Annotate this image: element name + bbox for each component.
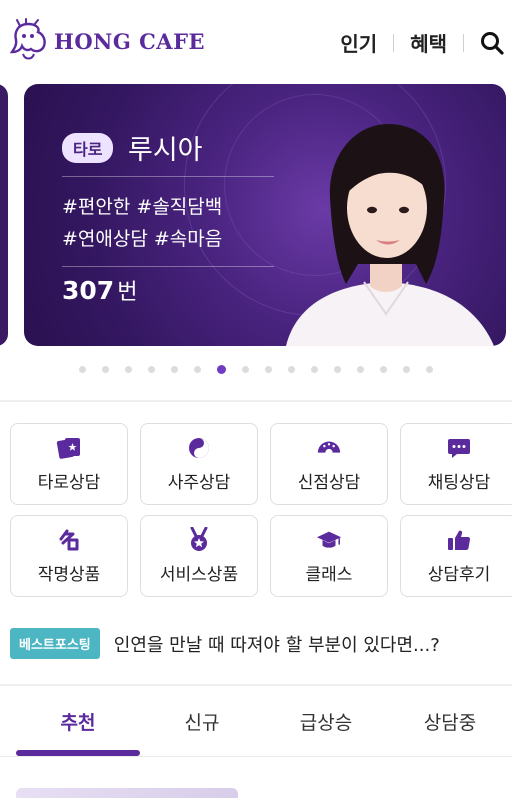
tabs-divider <box>0 756 512 757</box>
counselor-number-value: 307 <box>62 276 115 305</box>
menu-service[interactable]: 서비스상품 <box>140 515 258 597</box>
nav-divider <box>393 33 395 52</box>
thumbs-up-icon <box>446 528 472 552</box>
category-tag: 타로 <box>62 133 114 163</box>
pagination-dot[interactable] <box>311 366 318 373</box>
tarot-card-icon <box>56 436 82 460</box>
pagination-dot[interactable] <box>426 366 433 373</box>
brand-name: HONG CAFE <box>54 28 205 54</box>
fan-icon <box>316 436 342 460</box>
logo[interactable]: HONG CAFE <box>8 18 205 64</box>
menu-tarot[interactable]: 타로상담 <box>10 423 128 505</box>
menu-naming[interactable]: 작명상품 <box>10 515 128 597</box>
pagination-dot[interactable] <box>242 366 249 373</box>
menu-saju[interactable]: 사주상담 <box>140 423 258 505</box>
counselor-tabs: 추천 신규 급상승 상담중 <box>0 690 512 756</box>
menu-label: 상담후기 <box>427 565 491 585</box>
menu-label: 채팅상담 <box>427 473 491 493</box>
counselor-card-preview[interactable] <box>16 788 238 798</box>
hashtags-line-1: #편안한 #솔직담백 <box>62 196 223 218</box>
menu-label: 클래스 <box>305 565 353 585</box>
pagination-dot-active[interactable] <box>217 365 226 374</box>
menu-chat[interactable]: 채팅상담 <box>400 423 512 505</box>
pagination-dot[interactable] <box>403 366 410 373</box>
pagination-dot[interactable] <box>79 366 86 373</box>
best-posting-ticker[interactable]: 베스트포스팅 인연을 만날 때 따져야 할 부분이 있다면...? <box>10 628 512 659</box>
counselor-name: 루시아 <box>128 135 203 166</box>
tab-trending[interactable]: 급상승 <box>264 708 388 735</box>
graduation-cap-icon <box>316 528 342 552</box>
menu-label: 서비스상품 <box>159 565 239 585</box>
menu-label: 타로상담 <box>37 473 101 493</box>
menu-label: 신점상담 <box>297 473 361 493</box>
brand-mascot-icon <box>9 18 46 60</box>
name-character-icon <box>56 528 82 552</box>
best-posting-badge: 베스트포스팅 <box>10 628 100 659</box>
search-icon <box>481 31 504 55</box>
menu-class[interactable]: 클래스 <box>270 515 388 597</box>
pagination-dot[interactable] <box>125 366 132 373</box>
medal-icon <box>186 527 212 552</box>
best-posting-title[interactable]: 인연을 만날 때 따져야 할 부분이 있다면...? <box>114 631 440 657</box>
pagination-dot[interactable] <box>380 366 387 373</box>
previous-banner-slide[interactable] <box>0 84 8 346</box>
counselor-banner[interactable]: 타로 루시아 #편안한 #솔직담백 #연애상담 #속마음 307 번 <box>24 84 506 346</box>
nav-popular[interactable]: 인기 <box>340 28 377 57</box>
banner-divider <box>62 176 274 177</box>
counselor-photo <box>286 124 494 346</box>
pagination-dot[interactable] <box>357 366 364 373</box>
nav-divider <box>463 33 464 52</box>
pagination-dot[interactable] <box>148 366 155 373</box>
top-nav: 인기 혜택 <box>340 28 504 57</box>
nav-benefits[interactable]: 혜택 <box>410 28 447 57</box>
pagination-dot[interactable] <box>102 366 109 373</box>
menu-label: 사주상담 <box>167 473 231 493</box>
banner-divider <box>62 266 274 267</box>
app-header: HONG CAFE 인기 혜택 <box>0 0 512 84</box>
carousel-pagination <box>0 365 512 374</box>
menu-shinjeom[interactable]: 신점상담 <box>270 423 388 505</box>
tab-in-session[interactable]: 상담중 <box>388 708 512 735</box>
pagination-dot[interactable] <box>288 366 295 373</box>
search-button[interactable] <box>480 31 504 55</box>
section-divider <box>0 400 512 402</box>
pagination-dot[interactable] <box>171 366 178 373</box>
yin-yang-icon <box>186 436 212 460</box>
counselor-number-unit: 번 <box>117 280 138 305</box>
section-divider <box>0 684 512 686</box>
hashtags-line-2: #연애상담 #속마음 <box>62 228 223 250</box>
chat-bubble-icon <box>446 436 472 460</box>
pagination-dot[interactable] <box>265 366 272 373</box>
counselor-number: 307 번 <box>62 274 137 306</box>
tab-new[interactable]: 신규 <box>140 708 264 735</box>
tab-recommended[interactable]: 추천 <box>16 708 140 735</box>
menu-label: 작명상품 <box>37 565 101 585</box>
pagination-dot[interactable] <box>334 366 341 373</box>
menu-review[interactable]: 상담후기 <box>400 515 512 597</box>
pagination-dot[interactable] <box>194 366 201 373</box>
